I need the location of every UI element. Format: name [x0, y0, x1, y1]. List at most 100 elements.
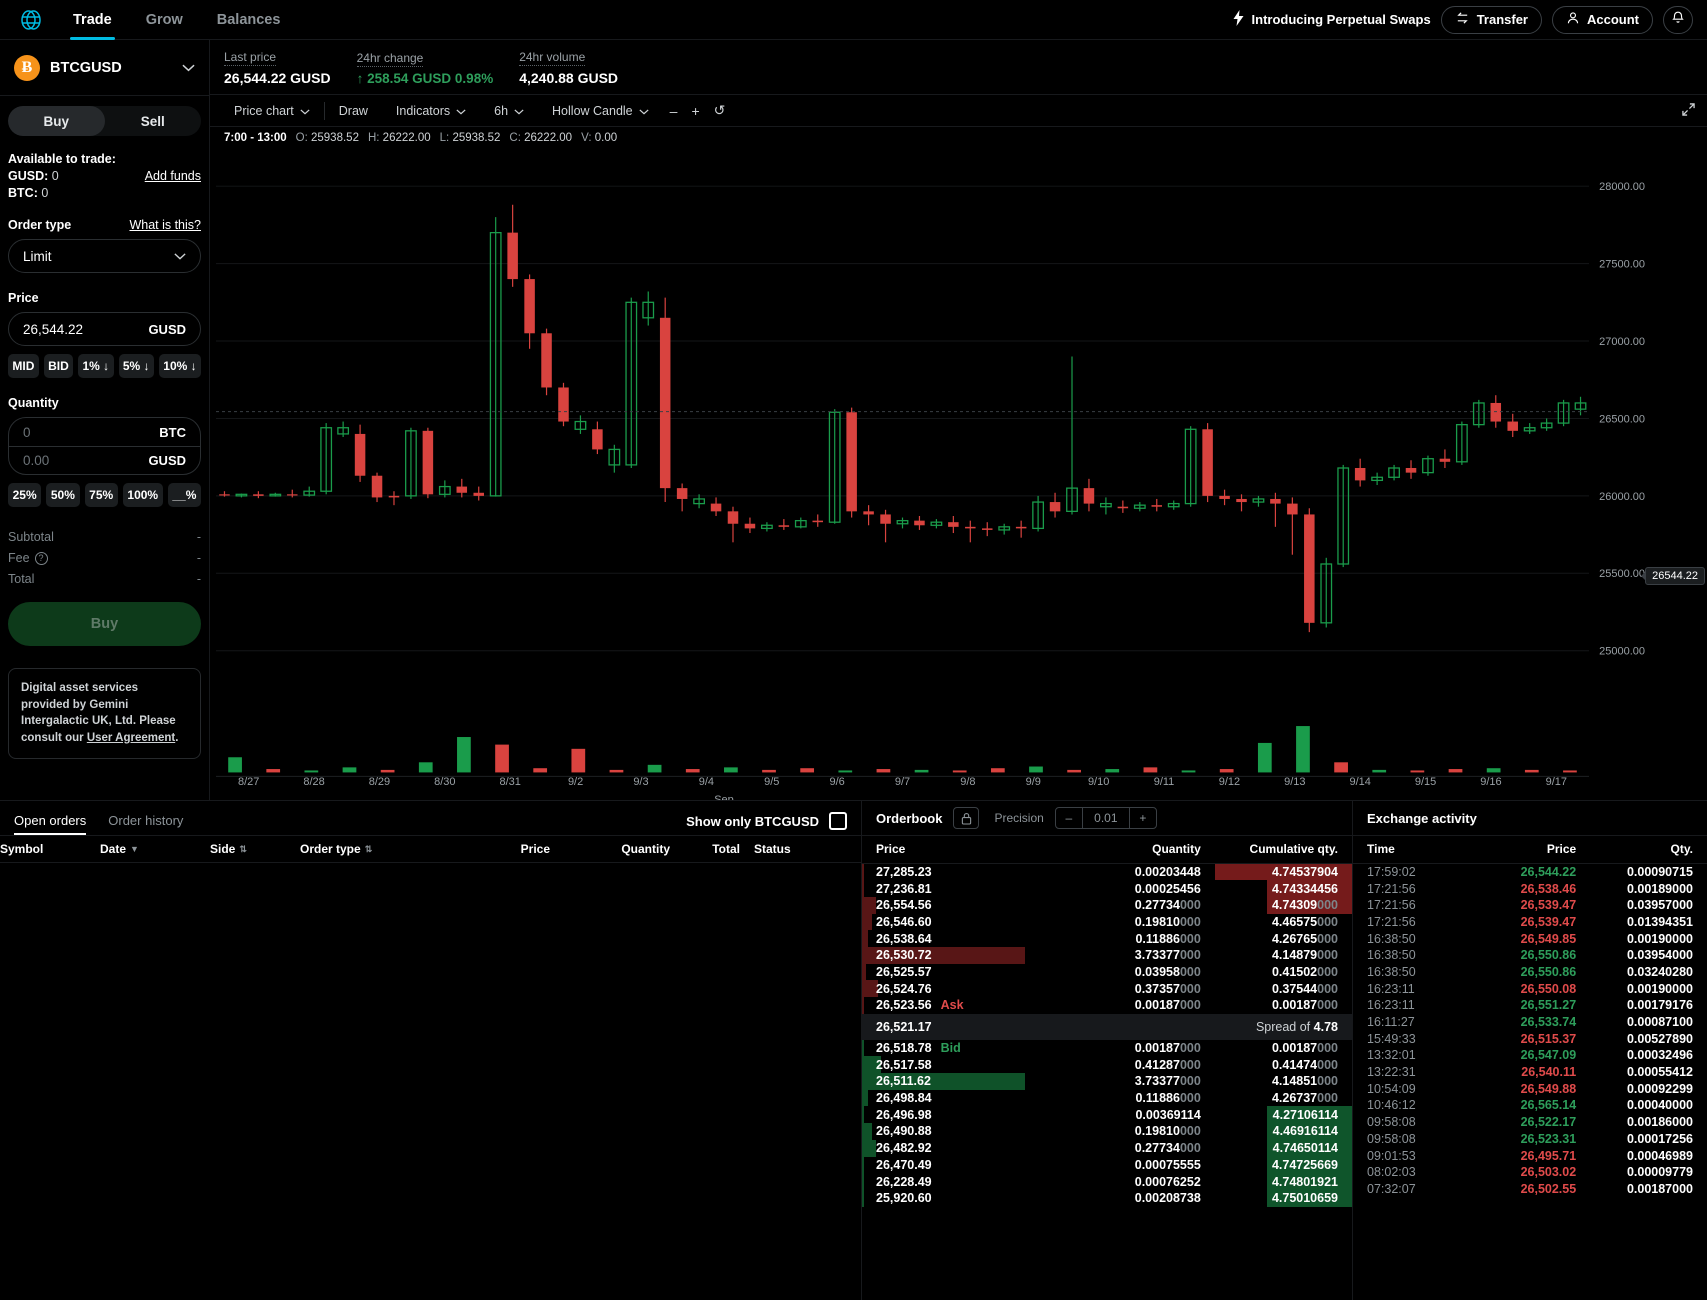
buy-tab[interactable]: Buy [8, 106, 105, 136]
candle-style-label: Hollow Candle [552, 103, 633, 118]
orderbook-row[interactable]: 26,523.56 Ask 0.00187000 0.00187000 [862, 997, 1352, 1014]
nav-link-grow[interactable]: Grow [129, 0, 200, 40]
orderbook-row[interactable]: 26,470.49 0.00075555 4.74725669 [862, 1156, 1352, 1174]
what-is-this-link[interactable]: What is this? [129, 218, 201, 232]
exchange-activity-row: 10:46:12 26,565.14 0.00040000 [1353, 1097, 1707, 1114]
orderbook-row[interactable]: 26,530.72 3.73377000 4.14879000 [862, 946, 1352, 964]
col-symbol[interactable]: Symbol [0, 842, 43, 856]
exchange-activity-row: 13:32:01 26,547.09 0.00032496 [1353, 1047, 1707, 1064]
activity-qty: 0.03240280 [1626, 964, 1693, 979]
tab-open-orders[interactable]: Open orders [14, 813, 87, 835]
price-section: Price GUSD MID BID 1% ↓ 5% ↓ 10% ↓ [0, 291, 209, 378]
draw-button[interactable]: Draw [325, 95, 382, 127]
sort-icon[interactable]: ▼ [130, 844, 139, 854]
pair-symbol: BTCGUSD [50, 59, 122, 76]
orderbook-row[interactable]: 26,482.92 0.27734000 4.74650114 [862, 1139, 1352, 1157]
col-date[interactable]: Date [100, 842, 126, 856]
orderbook-row[interactable]: 26,538.64 0.11886000 4.26765000 [862, 930, 1352, 947]
orderbook-row[interactable]: 26,517.58 0.41287000 0.41474000 [862, 1056, 1352, 1074]
nav-link-balances[interactable]: Balances [200, 0, 298, 40]
sort-icon[interactable]: ⇅ [239, 844, 247, 855]
current-price-tag: 26544.22 [1645, 566, 1705, 585]
spread-price: 26,521.17 [862, 1013, 1068, 1040]
nav-link-trade[interactable]: Trade [56, 0, 129, 40]
quantity-base-input[interactable] [23, 424, 133, 440]
chart-toolbar: Price chart Draw Indicators 6h Hollow Ca… [210, 95, 1707, 128]
col-side[interactable]: Side [210, 842, 235, 856]
orderbook-row[interactable]: 26,554.56 0.27734000 4.74309000 [862, 896, 1352, 914]
user-agreement-link[interactable]: User Agreement [87, 732, 175, 744]
chip-1pct[interactable]: 1% ↓ [78, 354, 114, 378]
zoom-out-icon[interactable]: – [663, 103, 685, 119]
chart-type-dropdown[interactable]: Price chart [220, 95, 324, 127]
chip-custom-pct[interactable]: __% [167, 483, 201, 507]
sell-tab[interactable]: Sell [105, 106, 202, 136]
chip-10pct[interactable]: 10% ↓ [158, 354, 201, 378]
precision-decrease-button[interactable]: – [1056, 808, 1082, 828]
transfer-button[interactable]: Transfer [1440, 5, 1542, 34]
price-input[interactable] [23, 321, 133, 337]
quantity-label: Quantity [8, 396, 59, 410]
account-button[interactable]: Account [1552, 5, 1653, 34]
col-quantity: Quantity [621, 842, 670, 856]
body-row: Ƀ BTCGUSD Buy Sell Available to trade: G… [0, 40, 1707, 800]
chip-mid[interactable]: MID [8, 354, 39, 378]
add-funds-link[interactable]: Add funds [145, 169, 201, 183]
chip-5pct[interactable]: 5% ↓ [118, 354, 154, 378]
orderbook-row[interactable]: 26,546.60 0.19810000 4.46575000 [862, 913, 1352, 931]
pair-selector[interactable]: Ƀ BTCGUSD [0, 40, 209, 96]
zoom-in-icon[interactable]: + [684, 103, 706, 119]
activity-qty: 0.00190000 [1626, 931, 1693, 946]
order-type-select[interactable]: Limit [8, 239, 201, 273]
col-order-type[interactable]: Order type [300, 842, 361, 856]
sort-icon[interactable]: ⇅ [365, 844, 373, 855]
orderbook-row[interactable]: 25,920.60 0.00208738 4.75010659 [862, 1189, 1352, 1207]
exchange-activity-row: 17:21:56 26,539.47 0.01394351 [1353, 914, 1707, 931]
chip-50pct[interactable]: 50% [46, 483, 80, 507]
orderbook-row[interactable]: 26,525.57 0.03958000 0.41502000 [862, 963, 1352, 981]
tab-order-history[interactable]: Order history [108, 813, 183, 835]
quantity-base-row[interactable]: BTC [9, 418, 200, 446]
submit-buy-button[interactable]: Buy [8, 602, 201, 646]
expand-icon[interactable] [1682, 103, 1695, 119]
price-input-wrap[interactable]: GUSD [8, 312, 201, 346]
svg-text:9/6: 9/6 [829, 776, 844, 788]
gemini-logo-icon[interactable] [14, 0, 48, 40]
perpetual-swaps-promo[interactable]: Introducing Perpetual Swaps [1232, 10, 1431, 29]
candle-style-dropdown[interactable]: Hollow Candle [538, 95, 663, 127]
precision-increase-button[interactable]: + [1130, 808, 1156, 828]
indicators-dropdown[interactable]: Indicators [382, 95, 480, 127]
orderbook-row[interactable]: 26,511.62 3.73377000 4.14851000 [862, 1073, 1352, 1090]
lock-icon[interactable] [953, 807, 980, 829]
chip-75pct[interactable]: 75% [84, 483, 118, 507]
show-only-checkbox[interactable] [829, 812, 847, 830]
show-only-filter[interactable]: Show only BTCGUSD [686, 812, 847, 835]
activity-time: 16:38:50 [1367, 964, 1416, 979]
svg-text:9/5: 9/5 [764, 776, 779, 788]
orderbook-quantity: 0.27734000 [1134, 1141, 1201, 1156]
orderbook-row[interactable]: 26,490.88 0.19810000 4.46916114 [862, 1123, 1352, 1140]
orderbook-row[interactable]: 26,518.78 Bid 0.00187000 0.00187000 [862, 1039, 1352, 1057]
chevron-down-icon [456, 104, 466, 118]
chip-100pct[interactable]: 100% [122, 483, 163, 507]
quantity-quote-input[interactable] [23, 453, 133, 468]
orderbook-row[interactable]: 27,285.23 0.00203448 4.74537904 [862, 864, 1352, 881]
reset-chart-icon[interactable]: ↺ [707, 102, 733, 119]
interval-dropdown[interactable]: 6h [480, 95, 538, 127]
help-icon[interactable]: ? [34, 551, 48, 565]
orderbook-quantity: 0.00025456 [1134, 881, 1201, 896]
notifications-button[interactable] [1663, 5, 1693, 34]
price-chart[interactable]: 28000.00 27500.00 27000.00 26500.00 26000.00… [210, 149, 1707, 800]
orderbook-row[interactable]: 26,498.84 0.11886000 4.26737000 [862, 1089, 1352, 1107]
orderbook-row[interactable]: 26,496.98 0.00369114 4.27106114 [862, 1106, 1352, 1124]
activity-qty: 0.03954000 [1626, 948, 1693, 963]
balance-btc: BTC: 0 [8, 186, 201, 200]
orderbook-quantity: 0.37357000 [1134, 981, 1201, 996]
orderbook-cumulative: 4.74801921 [1215, 1173, 1352, 1190]
quantity-quote-row[interactable]: GUSD [9, 446, 200, 474]
chip-25pct[interactable]: 25% [8, 483, 42, 507]
orderbook-row[interactable]: 26,524.76 0.37357000 0.37544000 [862, 980, 1352, 997]
chip-bid[interactable]: BID [43, 354, 74, 378]
orderbook-row[interactable]: 27,236.81 0.00025456 4.74334456 [862, 880, 1352, 897]
orderbook-row[interactable]: 26,228.49 0.00076252 4.74801921 [862, 1173, 1352, 1190]
